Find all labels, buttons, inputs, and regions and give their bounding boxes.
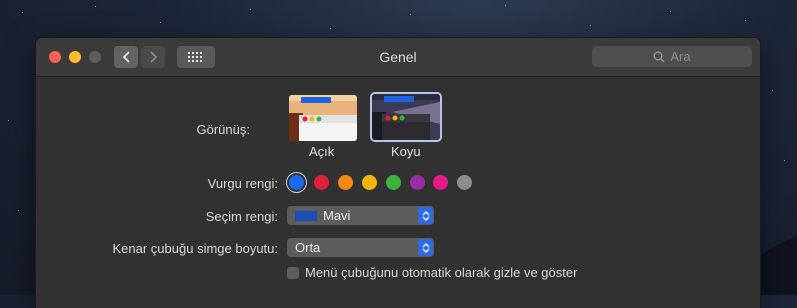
titlebar: Genel Ara bbox=[36, 38, 760, 77]
accent-swatch-blue[interactable] bbox=[289, 175, 304, 190]
accent-color-label: Vurgu rengi: bbox=[207, 176, 278, 191]
sidebar-icon-size-label: Kenar çubuğu simge boyutu: bbox=[112, 241, 279, 256]
popup-arrows-icon bbox=[418, 239, 433, 256]
accent-swatch-pink[interactable] bbox=[433, 175, 448, 190]
highlight-color-popup[interactable]: Mavi bbox=[287, 206, 434, 225]
highlight-color-value: Mavi bbox=[323, 208, 351, 223]
accent-swatch-graphite[interactable] bbox=[457, 175, 472, 190]
accent-swatch-red[interactable] bbox=[314, 175, 329, 190]
appearance-label: Görünüş: bbox=[196, 122, 250, 137]
appearance-dark-label: Koyu bbox=[391, 144, 421, 159]
sidebar-icon-size-popup[interactable]: Orta bbox=[287, 238, 434, 257]
dark-appearance-preview bbox=[372, 94, 440, 140]
appearance-dark-option[interactable] bbox=[370, 92, 442, 142]
highlight-color-swatch bbox=[295, 210, 317, 221]
search-placeholder: Ara bbox=[670, 49, 691, 64]
appearance-light-label: Açık bbox=[309, 144, 335, 159]
accent-swatch-purple[interactable] bbox=[410, 175, 425, 190]
popup-arrows-icon bbox=[418, 207, 433, 224]
light-appearance-preview bbox=[289, 95, 357, 141]
menubar-autohide-checkbox[interactable] bbox=[287, 267, 299, 279]
search-icon bbox=[653, 51, 665, 63]
accent-swatch-orange[interactable] bbox=[338, 175, 353, 190]
highlight-color-label: Seçim rengi: bbox=[205, 209, 278, 224]
preferences-window: Genel Ara Görünüş: Açık Koyu Vurgu rengi… bbox=[36, 38, 760, 308]
appearance-light-option[interactable] bbox=[287, 93, 359, 143]
search-field[interactable]: Ara bbox=[592, 46, 752, 67]
menubar-autohide-label: Menü çubuğunu otomatik olarak gizle ve g… bbox=[305, 265, 578, 280]
accent-swatch-yellow[interactable] bbox=[362, 175, 377, 190]
sidebar-icon-size-value: Orta bbox=[295, 240, 321, 255]
accent-swatch-green[interactable] bbox=[386, 175, 401, 190]
